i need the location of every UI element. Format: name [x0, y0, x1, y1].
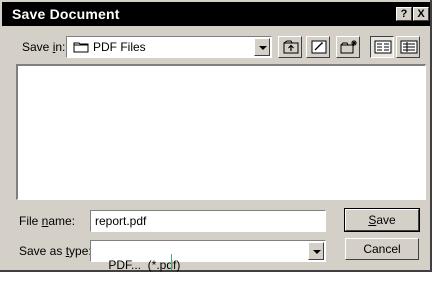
file-name-label-prefix: File: [19, 214, 42, 228]
save-button-label: ave: [376, 213, 396, 227]
save-in-label: Save in:: [22, 40, 65, 54]
text-cursor: [171, 254, 172, 270]
save-as-type-prefix: Save as: [19, 244, 66, 258]
help-button[interactable]: ?: [396, 7, 412, 21]
chevron-down-icon[interactable]: [254, 38, 270, 56]
save-as-type-value: PDF... (*.pdf): [108, 258, 181, 272]
create-new-folder-button[interactable]: [336, 36, 360, 58]
list-view-icon: [374, 40, 392, 54]
save-button[interactable]: Save: [344, 208, 420, 232]
save-as-type-label: Save as type:: [19, 244, 92, 258]
file-list[interactable]: [16, 64, 426, 200]
dialog-title: Save Document: [12, 6, 120, 22]
cancel-button[interactable]: Cancel: [345, 238, 419, 260]
folder-icon: [73, 42, 89, 53]
title-bar[interactable]: Save Document ? X: [2, 2, 430, 26]
close-icon: X: [417, 8, 425, 20]
file-name-label: File name:: [19, 214, 75, 228]
up-folder-icon: [283, 40, 299, 54]
details-view-icon: [400, 40, 418, 54]
save-as-type-dropdown[interactable]: PDF... (*.pdf): [90, 240, 326, 272]
save-in-dropdown[interactable]: PDF Files: [66, 36, 272, 58]
details-view-button[interactable]: [396, 36, 420, 58]
current-folder: PDF Files: [93, 40, 146, 54]
save-in-label-prefix: Save: [22, 40, 53, 54]
save-in-label-suffix: n:: [55, 40, 66, 54]
help-icon: ?: [400, 8, 408, 20]
file-name-input[interactable]: report.pdf: [90, 210, 326, 232]
up-one-level-button[interactable]: [278, 36, 302, 58]
desktop-button[interactable]: [306, 36, 330, 58]
save-document-dialog: Save Document ? X Save in: PDF Files Fil…: [0, 0, 432, 272]
desktop-icon: [311, 40, 327, 54]
new-folder-icon: [340, 40, 357, 54]
chevron-down-icon[interactable]: [308, 242, 324, 260]
file-name-label-suffix: ame:: [48, 214, 76, 228]
close-button[interactable]: X: [413, 7, 429, 21]
save-as-type-suffix: ype:: [69, 244, 92, 258]
list-view-button[interactable]: [370, 36, 394, 58]
